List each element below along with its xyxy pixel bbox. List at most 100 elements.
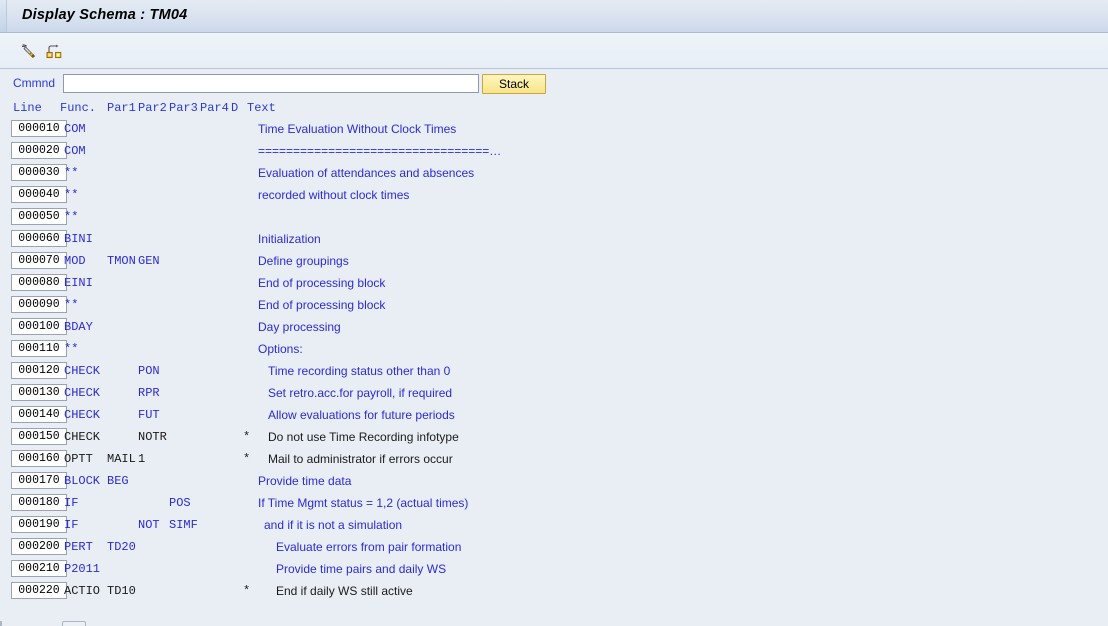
cell-d[interactable]: * <box>243 452 250 466</box>
table-row[interactable]: 000160 OPTT MAIL 1 * Mail to administrator if… <box>0 449 1108 471</box>
cell-text[interactable]: Evaluation of attendances and absences <box>258 166 474 180</box>
cell-text[interactable]: Do not use Time Recording infotype <box>268 430 459 444</box>
cell-func[interactable]: COM <box>64 144 86 158</box>
line-number-field[interactable]: 000040 <box>11 186 67 203</box>
table-row[interactable]: 000140 CHECK FUT Allow evaluations for futu… <box>0 405 1108 427</box>
cell-text[interactable]: Options: <box>258 342 303 356</box>
cell-text[interactable]: End of processing block <box>258 298 385 312</box>
navigate-hierarchy-icon-button[interactable] <box>42 39 66 63</box>
cell-func[interactable]: CHECK <box>64 386 100 400</box>
table-row[interactable]: 000220 ACTIO TD10 * End if daily WS still ac… <box>0 581 1108 603</box>
cell-text[interactable]: Set retro.acc.for payroll, if required <box>268 386 452 400</box>
table-row[interactable]: 000200 PERT TD20 Evaluate errors from pair … <box>0 537 1108 559</box>
cell-func[interactable]: COM <box>64 122 86 136</box>
cell-func[interactable]: ** <box>64 342 78 356</box>
cell-par2[interactable]: GEN <box>138 254 160 268</box>
line-number-field[interactable]: 000180 <box>11 494 67 511</box>
edit-pencil-icon-button[interactable] <box>16 39 40 63</box>
cell-text[interactable]: =================================… <box>258 144 501 158</box>
cell-func[interactable]: P2011 <box>64 562 100 576</box>
cell-func[interactable]: EINI <box>64 276 93 290</box>
cell-par2[interactable]: NOT <box>138 518 160 532</box>
cell-text[interactable]: Day processing <box>258 320 341 334</box>
cell-func[interactable]: CHECK <box>64 430 100 444</box>
cell-func[interactable]: ** <box>64 210 78 224</box>
cell-par2[interactable]: NOTR <box>138 430 167 444</box>
line-number-field[interactable]: 000090 <box>11 296 67 313</box>
table-row[interactable]: 000100 BDAY Day processing <box>0 317 1108 339</box>
cell-par1[interactable]: TMON <box>107 254 136 268</box>
line-number-field[interactable]: 000120 <box>11 362 67 379</box>
cell-text[interactable]: Provide time pairs and daily WS <box>276 562 446 576</box>
cell-d[interactable]: * <box>243 584 250 598</box>
table-row[interactable]: 000070 MOD TMON GEN Define groupings <box>0 251 1108 273</box>
cell-par3[interactable]: SIMF <box>169 518 198 532</box>
cell-func[interactable]: CHECK <box>64 408 100 422</box>
line-number-field[interactable]: 000210 <box>11 560 67 577</box>
cell-par1[interactable]: TD10 <box>107 584 136 598</box>
table-row[interactable]: 000050 ** <box>0 207 1108 229</box>
table-row[interactable]: 000130 CHECK RPR Set retro.acc.for payroll,… <box>0 383 1108 405</box>
cell-par2[interactable]: RPR <box>138 386 160 400</box>
cell-text[interactable]: recorded without clock times <box>258 188 409 202</box>
table-row[interactable]: 000040 ** recorded without clock times <box>0 185 1108 207</box>
line-number-field[interactable]: 000110 <box>11 340 67 357</box>
cell-func[interactable]: ACTIO <box>64 584 100 598</box>
table-row[interactable]: 000110 ** Options: <box>0 339 1108 361</box>
table-row[interactable]: 000020 COM ===============================… <box>0 141 1108 163</box>
cell-func[interactable]: BLOCK <box>64 474 100 488</box>
table-row[interactable]: 000170 BLOCK BEG Provide time data <box>0 471 1108 493</box>
line-number-field[interactable]: 000150 <box>11 428 67 445</box>
line-number-field[interactable]: 000020 <box>11 142 67 159</box>
table-row[interactable]: 000120 CHECK PON Time recording status othe… <box>0 361 1108 383</box>
line-number-field[interactable]: 000050 <box>11 208 67 225</box>
cell-func[interactable]: ** <box>64 188 78 202</box>
table-row[interactable]: 000150 CHECK NOTR * Do not use Time Recordin… <box>0 427 1108 449</box>
stack-button[interactable]: Stack <box>482 74 546 94</box>
line-number-field[interactable]: 000030 <box>11 164 67 181</box>
cell-func[interactable]: ** <box>64 298 78 312</box>
line-number-field[interactable]: 000080 <box>11 274 67 291</box>
line-number-field[interactable]: 000160 <box>11 450 67 467</box>
cell-func[interactable]: IF <box>64 496 78 510</box>
cell-text[interactable]: If Time Mgmt status = 1,2 (actual times) <box>258 496 468 510</box>
cell-par1[interactable]: MAIL <box>107 452 136 466</box>
table-row[interactable]: 000090 ** End of processing block <box>0 295 1108 317</box>
cell-text[interactable]: Time recording status other than 0 <box>268 364 450 378</box>
cell-d[interactable]: * <box>243 430 250 444</box>
cell-text[interactable]: Mail to administrator if errors occur <box>268 452 453 466</box>
cell-text[interactable]: Allow evaluations for future periods <box>268 408 455 422</box>
cell-par2[interactable]: FUT <box>138 408 160 422</box>
cell-func[interactable]: CHECK <box>64 364 100 378</box>
table-row[interactable]: 000210 P2011 Provide time pairs and daily … <box>0 559 1108 581</box>
table-row[interactable]: 000030 ** Evaluation of attendances and ab… <box>0 163 1108 185</box>
cell-par1[interactable]: TD20 <box>107 540 136 554</box>
bottom-button-1[interactable] <box>62 621 86 626</box>
cell-par2[interactable]: 1 <box>138 452 145 466</box>
cell-par3[interactable]: POS <box>169 496 191 510</box>
cell-text[interactable]: and if it is not a simulation <box>264 518 402 532</box>
line-number-field[interactable]: 000070 <box>11 252 67 269</box>
line-number-field[interactable]: 000060 <box>11 230 67 247</box>
line-number-field[interactable]: 000170 <box>11 472 67 489</box>
table-row[interactable]: 000060 BINI Initialization <box>0 229 1108 251</box>
table-row[interactable]: 000180 IF POS If Time Mgmt status = 1,2 (ac… <box>0 493 1108 515</box>
cell-func[interactable]: OPTT <box>64 452 93 466</box>
cell-text[interactable]: Evaluate errors from pair formation <box>276 540 461 554</box>
cell-func[interactable]: IF <box>64 518 78 532</box>
table-row[interactable]: 000010 COM Time Evaluation Without Clock T… <box>0 119 1108 141</box>
table-row[interactable]: 000190 IF NOT SIMF and if it is not a simula… <box>0 515 1108 537</box>
cell-func[interactable]: PERT <box>64 540 93 554</box>
line-number-field[interactable]: 000100 <box>11 318 67 335</box>
line-number-field[interactable]: 000010 <box>11 120 67 137</box>
line-number-field[interactable]: 000190 <box>11 516 67 533</box>
line-number-field[interactable]: 000130 <box>11 384 67 401</box>
line-number-field[interactable]: 000220 <box>11 582 67 599</box>
cell-par1[interactable]: BEG <box>107 474 129 488</box>
line-number-field[interactable]: 000140 <box>11 406 67 423</box>
cell-text[interactable]: Provide time data <box>258 474 351 488</box>
cell-func[interactable]: MOD <box>64 254 86 268</box>
cell-text[interactable]: Define groupings <box>258 254 349 268</box>
line-number-field[interactable]: 000200 <box>11 538 67 555</box>
cell-par2[interactable]: PON <box>138 364 160 378</box>
